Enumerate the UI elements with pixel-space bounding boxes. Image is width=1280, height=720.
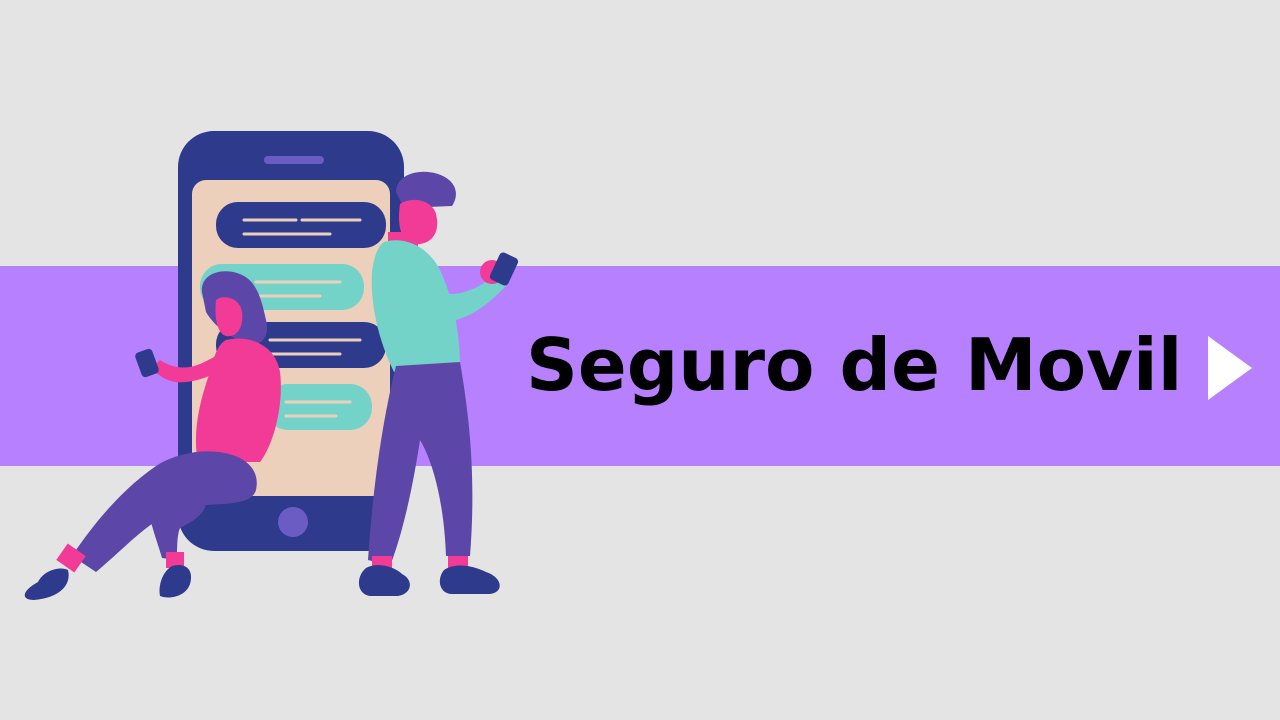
people-with-phone-illustration: [24, 131, 519, 600]
banner-canvas: Seguro de Movil: [0, 0, 1280, 720]
banner-title: Seguro de Movil: [526, 323, 1183, 407]
play-triangle-icon[interactable]: [1200, 330, 1256, 406]
